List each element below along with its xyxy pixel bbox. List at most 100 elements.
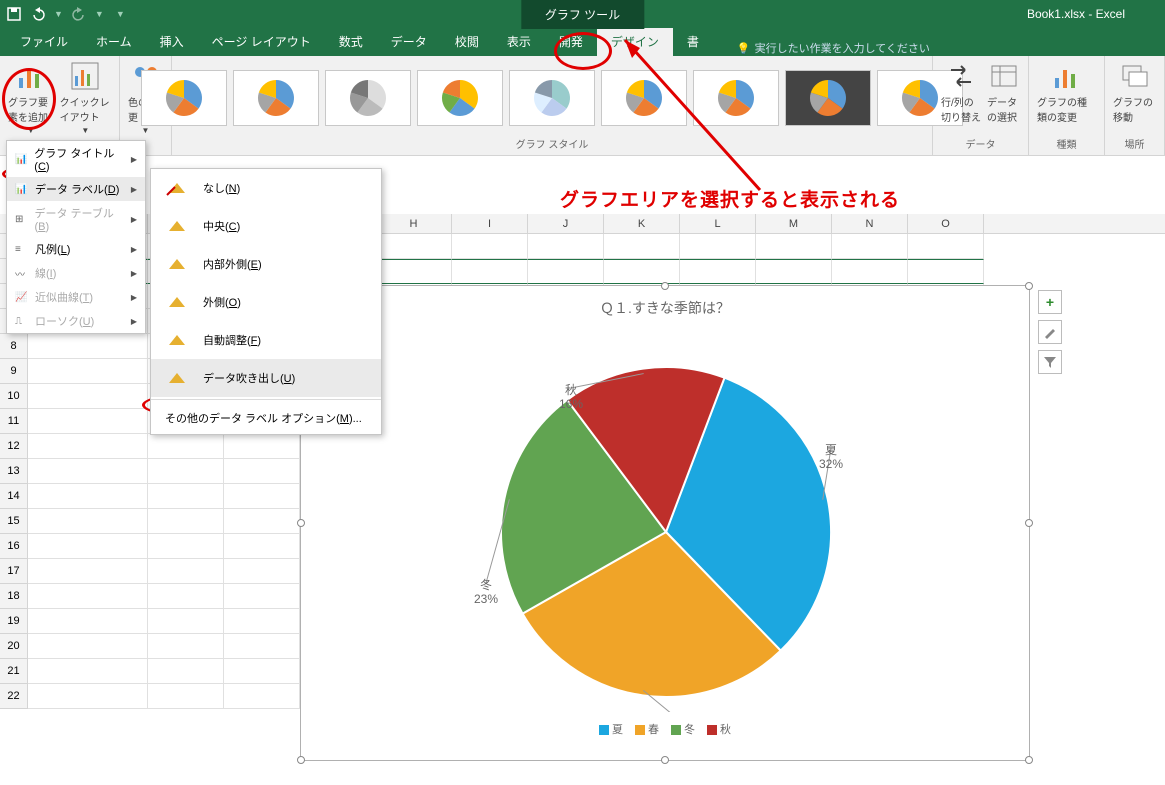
cell-b22[interactable]	[28, 684, 148, 709]
cell-b14[interactable]	[28, 484, 148, 509]
style-thumb-2[interactable]	[325, 70, 411, 126]
cell-F16[interactable]	[224, 534, 300, 559]
cell-E16[interactable]	[148, 534, 224, 559]
row-header-18[interactable]: 18	[0, 584, 28, 609]
labels-best-fit[interactable]: 自動調整(F)	[151, 321, 381, 359]
labels-data-callout[interactable]: データ吹き出し(U)	[151, 359, 381, 397]
cell-N5[interactable]	[832, 259, 908, 284]
cell-b11[interactable]	[28, 409, 148, 434]
select-data-button[interactable]: データの選択	[987, 60, 1020, 124]
cell-b19[interactable]	[28, 609, 148, 634]
cell-K5[interactable]	[604, 259, 680, 284]
cell-F22[interactable]	[224, 684, 300, 709]
col-header-O[interactable]: O	[908, 214, 984, 233]
redo-dropdown-icon[interactable]: ▼	[95, 9, 104, 19]
data-label-pct-秋[interactable]: 16%	[559, 397, 583, 411]
chart-filters-button[interactable]	[1038, 350, 1062, 374]
tab-page-layout[interactable]: ページ レイアウト	[198, 27, 325, 56]
menu-data-labels[interactable]: 📊データ ラベル(D)▶	[7, 177, 145, 201]
style-thumb-0[interactable]	[141, 70, 227, 126]
menu-chart-title[interactable]: 📊グラフ タイトル(C)▶	[7, 141, 145, 177]
cell-H4[interactable]	[376, 234, 452, 259]
tab-insert[interactable]: 挿入	[146, 27, 198, 56]
col-header-M[interactable]: M	[756, 214, 832, 233]
tab-format[interactable]: 書	[673, 27, 713, 56]
cell-K4[interactable]	[604, 234, 680, 259]
cell-F14[interactable]	[224, 484, 300, 509]
row-header-19[interactable]: 19	[0, 609, 28, 634]
cell-b15[interactable]	[28, 509, 148, 534]
row-header-9[interactable]: 9	[0, 359, 28, 384]
cell-b17[interactable]	[28, 559, 148, 584]
legend-item-春[interactable]: 春	[635, 724, 659, 736]
cell-b8[interactable]	[28, 334, 148, 359]
tell-me-search[interactable]: 実行したい作業を入力してください	[737, 40, 930, 56]
cell-E20[interactable]	[148, 634, 224, 659]
move-chart-button[interactable]: グラフの移動	[1113, 60, 1156, 124]
legend-item-冬[interactable]: 冬	[671, 724, 695, 736]
labels-more-options[interactable]: その他のデータ ラベル オプション(M)...	[151, 402, 381, 434]
col-header-L[interactable]: L	[680, 214, 756, 233]
cell-b18[interactable]	[28, 584, 148, 609]
cell-O5[interactable]	[908, 259, 984, 284]
qat-customize-icon[interactable]: ▼	[116, 9, 125, 19]
pie-plot-area[interactable]: 夏32%春29%冬23%秋16%	[301, 322, 1031, 712]
chart-object[interactable]: Ｑ１.すきな季節は？ 夏32%春29%冬23%秋16% 夏春冬秋	[300, 285, 1030, 761]
row-header-17[interactable]: 17	[0, 559, 28, 584]
style-thumb-1[interactable]	[233, 70, 319, 126]
cell-H5[interactable]	[376, 259, 452, 284]
cell-b10[interactable]	[28, 384, 148, 409]
cell-F20[interactable]	[224, 634, 300, 659]
col-header-I[interactable]: I	[452, 214, 528, 233]
cell-F19[interactable]	[224, 609, 300, 634]
row-header-8[interactable]: 8	[0, 334, 28, 359]
change-chart-type-button[interactable]: グラフの種類の変更	[1037, 60, 1096, 124]
labels-outside-end[interactable]: 外側(O)	[151, 283, 381, 321]
cell-b9[interactable]	[28, 359, 148, 384]
row-header-22[interactable]: 22	[0, 684, 28, 709]
cell-I4[interactable]	[452, 234, 528, 259]
tab-view[interactable]: 表示	[493, 27, 545, 56]
row-header-15[interactable]: 15	[0, 509, 28, 534]
cell-b21[interactable]	[28, 659, 148, 684]
row-header-14[interactable]: 14	[0, 484, 28, 509]
style-thumb-5[interactable]	[601, 70, 687, 126]
quick-layout-button[interactable]: クイックレイアウト▼	[60, 60, 111, 135]
data-label-pct-夏[interactable]: 32%	[819, 457, 843, 471]
tab-data[interactable]: データ	[377, 27, 441, 56]
redo-icon[interactable]	[71, 6, 87, 22]
save-icon[interactable]	[6, 6, 22, 22]
undo-icon[interactable]	[30, 6, 46, 22]
col-header-J[interactable]: J	[528, 214, 604, 233]
col-header-H[interactable]: H	[376, 214, 452, 233]
cell-F13[interactable]	[224, 459, 300, 484]
data-label-name-夏[interactable]: 夏	[825, 443, 837, 457]
cell-E19[interactable]	[148, 609, 224, 634]
cell-b13[interactable]	[28, 459, 148, 484]
cell-L5[interactable]	[680, 259, 756, 284]
cell-E14[interactable]	[148, 484, 224, 509]
row-header-13[interactable]: 13	[0, 459, 28, 484]
row-header-11[interactable]: 11	[0, 409, 28, 434]
row-header-10[interactable]: 10	[0, 384, 28, 409]
chart-styles-button[interactable]	[1038, 320, 1062, 344]
data-label-pct-冬[interactable]: 23%	[474, 592, 498, 606]
cell-J4[interactable]	[528, 234, 604, 259]
menu-legend[interactable]: ≡凡例(L)▶	[7, 237, 145, 261]
style-thumb-6[interactable]	[693, 70, 779, 126]
undo-dropdown-icon[interactable]: ▼	[54, 9, 63, 19]
cell-E13[interactable]	[148, 459, 224, 484]
chart-elements-button[interactable]: +	[1038, 290, 1062, 314]
legend-item-秋[interactable]: 秋	[707, 724, 731, 736]
labels-inside-end[interactable]: 内部外側(E)	[151, 245, 381, 283]
row-header-16[interactable]: 16	[0, 534, 28, 559]
row-header-21[interactable]: 21	[0, 659, 28, 684]
cell-I5[interactable]	[452, 259, 528, 284]
data-label-name-秋[interactable]: 秋	[565, 383, 577, 397]
row-header-12[interactable]: 12	[0, 434, 28, 459]
col-header-N[interactable]: N	[832, 214, 908, 233]
cell-M5[interactable]	[756, 259, 832, 284]
labels-none[interactable]: なし(N)	[151, 169, 381, 207]
cell-E15[interactable]	[148, 509, 224, 534]
tab-formulas[interactable]: 数式	[325, 27, 377, 56]
